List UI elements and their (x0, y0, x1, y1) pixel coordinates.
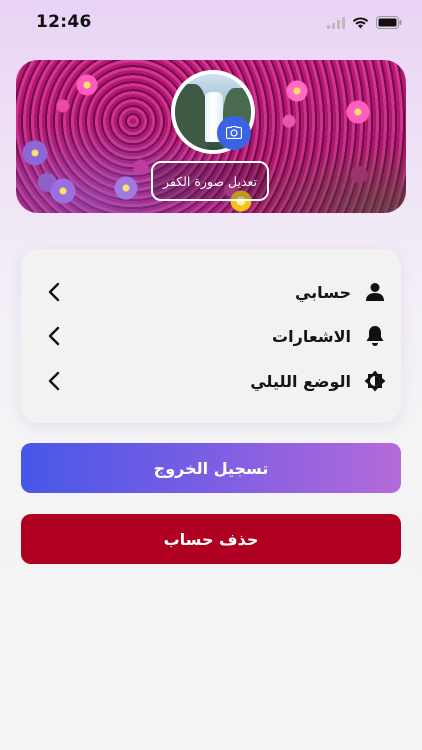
logout-button[interactable]: تسجيل الخروج (21, 443, 401, 493)
bell-icon (363, 324, 387, 348)
battery-icon (376, 14, 402, 33)
settings-item-label: الوضع الليلي (250, 371, 351, 391)
settings-item-label: الاشعارات (272, 326, 351, 346)
flower-decoration (114, 176, 138, 200)
status-time: 12:46 (36, 12, 92, 32)
settings-item-label: حسابي (294, 282, 351, 302)
signal-icon (327, 14, 345, 33)
flower-decoration (346, 100, 370, 124)
avatar-cliff (175, 84, 207, 150)
change-avatar-button[interactable] (217, 116, 251, 150)
chevron-left-icon (43, 369, 67, 393)
settings-item-dark-mode[interactable]: الوضع الليلي (21, 361, 401, 401)
delete-account-button[interactable]: حذف حساب (21, 514, 401, 564)
flower-decoration (22, 140, 48, 166)
edit-cover-button[interactable]: تعديل صورة الكفر (151, 161, 269, 201)
flower-decoration (286, 80, 308, 102)
flower-decoration (76, 74, 98, 96)
settings-item-account[interactable]: حسابي (21, 272, 401, 312)
wifi-icon (352, 14, 369, 33)
chevron-left-icon (43, 324, 67, 348)
status-icons (327, 14, 402, 33)
brightness-icon (363, 369, 387, 393)
status-bar: 12:46 (0, 0, 422, 46)
flower-decoration (50, 178, 76, 204)
person-icon (363, 280, 387, 304)
settings-item-notifications[interactable]: الاشعارات (21, 316, 401, 356)
chevron-left-icon (43, 280, 67, 304)
camera-icon (225, 124, 243, 143)
settings-card: حسابي الاشعارات الوضع الليلي (21, 249, 401, 423)
